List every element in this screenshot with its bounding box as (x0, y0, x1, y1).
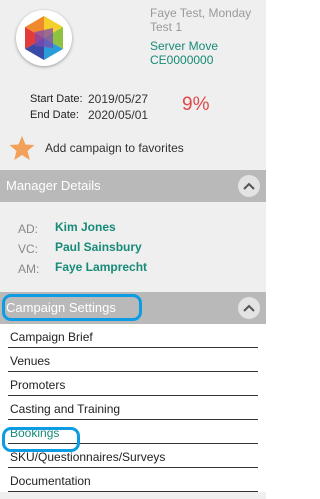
end-date-value: 2020/05/01 (88, 108, 149, 122)
campaign-header: Faye Test, Monday Test 1 Server Move CE0… (0, 0, 266, 170)
client-logo (16, 10, 72, 66)
project-name[interactable]: Server Move (150, 39, 260, 53)
hexagon-logo-icon (25, 16, 63, 60)
menu-item-venues[interactable]: Venues (8, 348, 258, 372)
manager-details-header[interactable]: Manager Details (0, 170, 266, 202)
manager-role: VC: (18, 242, 39, 256)
project-code[interactable]: CE0000000 (150, 53, 260, 67)
campaign-settings-menu: Campaign Brief Venues Promoters Casting … (0, 324, 266, 492)
collapse-campaign-button[interactable] (238, 297, 260, 319)
manager-details-body: AD: Kim Jones VC: Paul Sainsbury AM: Fay… (0, 202, 266, 292)
client-name: Faye Test, Monday Test 1 (150, 6, 252, 34)
manager-row-vc: VC: Paul Sainsbury (18, 240, 142, 256)
star-icon[interactable] (8, 135, 36, 161)
chevron-up-icon (243, 304, 255, 312)
manager-role: AM: (18, 262, 40, 276)
manager-name[interactable]: Faye Lamprecht (55, 260, 147, 274)
end-date-label: End Date: (30, 109, 79, 121)
bookings-highlight (2, 427, 80, 452)
manager-role: AD: (18, 222, 39, 236)
end-date-row: End Date: 2020/05/01 (30, 108, 148, 122)
manager-name[interactable]: Kim Jones (55, 220, 116, 234)
add-to-favorites-button[interactable]: Add campaign to favorites (8, 135, 238, 161)
campaign-side-panel: Faye Test, Monday Test 1 Server Move CE0… (0, 0, 266, 499)
menu-item-documentation[interactable]: Documentation (8, 468, 258, 492)
start-date-value: 2019/05/27 (88, 92, 149, 106)
campaign-settings-highlight (2, 294, 142, 321)
manager-row-am: AM: Faye Lamprecht (18, 260, 147, 276)
manager-details-title: Manager Details (6, 178, 101, 193)
menu-item-campaign-brief[interactable]: Campaign Brief (8, 324, 258, 348)
menu-item-casting-training[interactable]: Casting and Training (8, 396, 258, 420)
chevron-up-icon (243, 182, 255, 190)
manager-name[interactable]: Paul Sainsbury (55, 240, 142, 254)
start-date-label: Start Date: (30, 93, 83, 105)
menu-item-promoters[interactable]: Promoters (8, 372, 258, 396)
start-date-row: Start Date: 2019/05/27 (30, 92, 148, 106)
favorites-label[interactable]: Add campaign to favorites (45, 141, 184, 155)
collapse-manager-button[interactable] (238, 175, 260, 197)
progress-percent: 9% (182, 94, 210, 115)
manager-row-ad: AD: Kim Jones (18, 220, 116, 236)
